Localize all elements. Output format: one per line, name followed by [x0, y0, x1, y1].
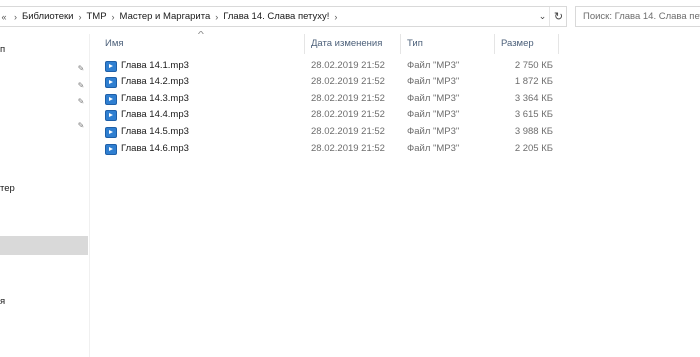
navigation-pane: п ✎ ✎ ✎ ✎ тер я [0, 34, 90, 357]
file-type: Файл "MP3" [407, 143, 460, 154]
file-row[interactable]: Глава 14.6.mp3 28.02.2019 21:52 Файл "MP… [91, 141, 571, 157]
pin-icon: ✎ [77, 97, 85, 106]
sort-up-icon: ^ [197, 30, 204, 39]
breadcrumb-chevron-icon[interactable]: › [329, 12, 342, 22]
column-header-name[interactable]: Имя [105, 34, 124, 54]
file-size: 3 988 КБ [514, 126, 553, 137]
file-date: 28.02.2019 21:52 [311, 93, 385, 104]
file-size: 1 872 КБ [514, 76, 553, 87]
breadcrumb-item-chapter[interactable]: Глава 14. Слава петуху! [223, 11, 329, 22]
breadcrumb-chevron-icon[interactable]: › [107, 12, 120, 22]
column-divider[interactable] [558, 34, 559, 54]
breadcrumb-overflow-icon[interactable]: « [0, 12, 9, 22]
file-date: 28.02.2019 21:52 [311, 143, 385, 154]
address-dropdown-icon[interactable]: ⌄ [536, 7, 549, 26]
column-divider[interactable] [400, 34, 401, 54]
address-bar[interactable]: « › Библиотеки › TMP › Мастер и Маргарит… [0, 6, 567, 27]
file-size: 3 364 КБ [514, 93, 553, 104]
mp3-file-icon [105, 93, 117, 105]
breadcrumb-chevron-icon[interactable]: › [210, 12, 223, 22]
file-name-cell[interactable]: Глава 14.6.mp3 [105, 141, 189, 157]
search-input[interactable]: Поиск: Глава 14. Слава петуху! [575, 6, 700, 27]
refresh-icon[interactable]: ↻ [549, 7, 567, 26]
file-row[interactable]: Глава 14.3.mp3 28.02.2019 21:52 Файл "MP… [91, 91, 571, 107]
breadcrumb-item-master[interactable]: Мастер и Маргарита [120, 11, 211, 22]
nav-item-top[interactable]: п [0, 44, 5, 55]
file-name-cell[interactable]: Глава 14.3.mp3 [105, 91, 189, 107]
address-bar-row: « › Библиотеки › TMP › Мастер и Маргарит… [0, 0, 700, 34]
mp3-file-icon [105, 126, 117, 138]
file-type: Файл "MP3" [407, 93, 460, 104]
file-row[interactable]: Глава 14.4.mp3 28.02.2019 21:52 Файл "MP… [91, 107, 571, 123]
file-date: 28.02.2019 21:52 [311, 60, 385, 71]
file-name: Глава 14.2.mp3 [121, 76, 189, 87]
pin-icon: ✎ [77, 64, 85, 73]
file-name-cell[interactable]: Глава 14.5.mp3 [105, 124, 189, 140]
mp3-file-icon [105, 60, 117, 72]
breadcrumb-chevron-icon[interactable]: › [9, 12, 22, 22]
file-name: Глава 14.1.mp3 [121, 60, 189, 71]
file-type: Файл "MP3" [407, 109, 460, 120]
file-size: 2 750 КБ [514, 60, 553, 71]
breadcrumb-chevron-icon[interactable]: › [73, 12, 86, 22]
file-name-cell[interactable]: Глава 14.1.mp3 [105, 58, 189, 74]
file-size: 3 615 КБ [514, 109, 553, 120]
column-header-size[interactable]: Размер [501, 34, 534, 54]
file-name-cell[interactable]: Глава 14.4.mp3 [105, 107, 189, 123]
file-row[interactable]: Глава 14.1.mp3 28.02.2019 21:52 Файл "MP… [91, 58, 571, 74]
nav-item-computer[interactable]: тер [0, 183, 15, 194]
file-type: Файл "MP3" [407, 60, 460, 71]
file-date: 28.02.2019 21:52 [311, 126, 385, 137]
file-name: Глава 14.3.mp3 [121, 93, 189, 104]
file-name: Глава 14.4.mp3 [121, 109, 189, 120]
breadcrumb-item-libraries[interactable]: Библиотеки [22, 11, 73, 22]
column-divider[interactable] [304, 34, 305, 54]
file-size: 2 205 КБ [514, 143, 553, 154]
column-header-date[interactable]: Дата изменения [311, 34, 382, 54]
file-row[interactable]: Глава 14.2.mp3 28.02.2019 21:52 Файл "MP… [91, 74, 571, 90]
column-divider[interactable] [494, 34, 495, 54]
pin-icon: ✎ [77, 81, 85, 90]
file-name-cell[interactable]: Глава 14.2.mp3 [105, 74, 189, 90]
file-date: 28.02.2019 21:52 [311, 109, 385, 120]
mp3-file-icon [105, 109, 117, 121]
pin-icon: ✎ [77, 121, 85, 130]
nav-item-selected[interactable] [0, 236, 88, 255]
file-name: Глава 14.5.mp3 [121, 126, 189, 137]
nav-item-network[interactable]: я [0, 296, 5, 307]
file-name: Глава 14.6.mp3 [121, 143, 189, 154]
file-row[interactable]: Глава 14.5.mp3 28.02.2019 21:52 Файл "MP… [91, 124, 571, 140]
file-date: 28.02.2019 21:52 [311, 76, 385, 87]
breadcrumb-item-tmp[interactable]: TMP [86, 11, 106, 22]
file-type: Файл "MP3" [407, 126, 460, 137]
column-header-type[interactable]: Тип [407, 34, 423, 54]
mp3-file-icon [105, 76, 117, 88]
file-list: ^ Имя Дата изменения Тип Размер Глава 14… [91, 30, 700, 357]
mp3-file-icon [105, 143, 117, 155]
breadcrumb: « › Библиотеки › TMP › Мастер и Маргарит… [0, 7, 342, 26]
file-type: Файл "MP3" [407, 76, 460, 87]
